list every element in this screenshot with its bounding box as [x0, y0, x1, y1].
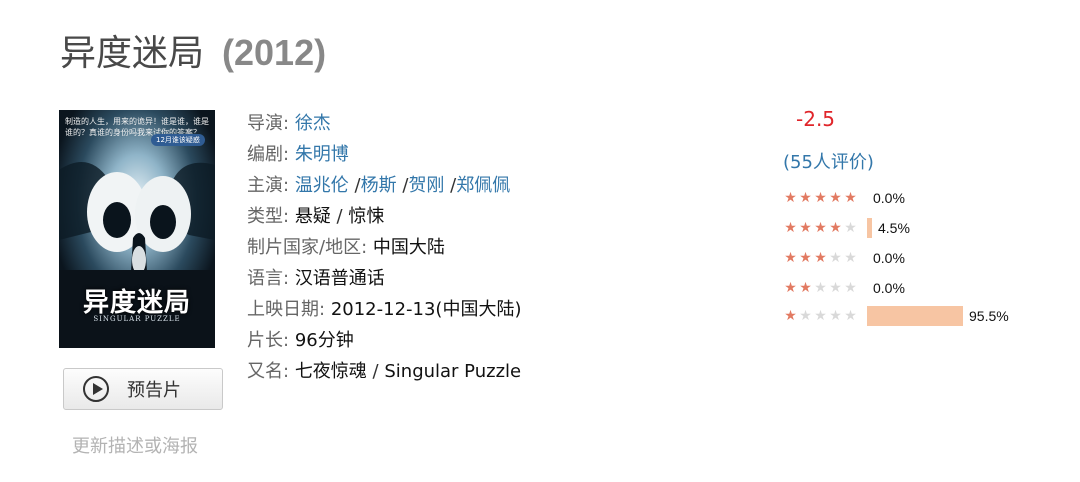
rating-percent: 95.5% — [969, 308, 1009, 324]
star-icon: ★ — [799, 251, 812, 265]
movie-title: 异度迷局 (2012) — [60, 24, 326, 76]
star-icon: ★ — [784, 309, 797, 323]
movie-info: 导演: 徐杰 编剧: 朱明博 主演: 温兆伦 /杨斯 /贺刚 /郑佩佩 类型: … — [247, 108, 521, 387]
trailer-button[interactable]: 预告片 — [63, 368, 223, 410]
runtime-label: 片长: — [247, 330, 290, 351]
language-label: 语言: — [247, 268, 290, 289]
poster-title-en: SINGULAR PUZZLE — [93, 315, 181, 323]
rating-row-1-star: ★ ★ ★ ★ ★ 95.5% — [783, 306, 1009, 326]
cast-label: 主演: — [247, 175, 290, 196]
rating-bar — [867, 306, 963, 326]
aka-value: Singular Puzzle — [384, 361, 522, 382]
rating-row-3-star: ★ ★ ★ ★ ★ 0.0% — [783, 248, 905, 268]
rating-percent: 4.5% — [878, 220, 910, 236]
star-icon: ★ — [784, 191, 797, 205]
rating-percent: 0.0% — [873, 250, 905, 266]
country-label: 制片国家/地区: — [247, 237, 368, 258]
star-icon: ★ — [799, 309, 812, 323]
separator: / — [336, 206, 343, 227]
country-value: 中国大陆 — [372, 237, 445, 258]
release-label: 上映日期: — [247, 299, 326, 320]
genre-label: 类型: — [247, 206, 290, 227]
rating-row-4-star: ★ ★ ★ ★ ★ 4.5% — [783, 218, 910, 238]
movie-poster[interactable]: 制造的人生，用来的诡异！谁是谁，谁是谁的？真谁的身份吗我来试你的答案？ 12月谁… — [59, 110, 215, 348]
star-icon: ★ — [829, 251, 842, 265]
release-value: 2012-12-13(中国大陆) — [330, 299, 522, 320]
star-icon: ★ — [814, 191, 827, 205]
rating-row-2-star: ★ ★ ★ ★ ★ 0.0% — [783, 278, 905, 298]
aka-value: 七夜惊魂 — [294, 361, 367, 382]
star-icon: ★ — [844, 309, 857, 323]
rating-percent: 0.0% — [873, 280, 905, 296]
movie-year: (2012) — [222, 32, 327, 73]
info-row-director: 导演: 徐杰 — [247, 108, 521, 139]
info-row-country: 制片国家/地区: 中国大陆 — [247, 232, 521, 263]
info-row-writer: 编剧: 朱明博 — [247, 139, 521, 170]
star-rating: ★ ★ ★ ★ ★ — [783, 281, 859, 295]
language-value: 汉语普通话 — [294, 268, 385, 289]
director-link[interactable]: 徐杰 — [295, 113, 331, 134]
info-row-language: 语言: 汉语普通话 — [247, 263, 521, 294]
poster-badge: 12月谁该疑惑 — [151, 134, 205, 146]
star-icon: ★ — [799, 191, 812, 205]
star-icon: ★ — [844, 191, 857, 205]
writer-link[interactable]: 朱明博 — [295, 144, 349, 165]
star-icon: ★ — [829, 221, 842, 235]
rating-count-link[interactable]: (55人评价) — [783, 148, 874, 174]
cast-link[interactable]: 贺刚 — [408, 175, 444, 196]
star-icon: ★ — [844, 251, 857, 265]
info-row-genre: 类型: 悬疑 / 惊悚 — [247, 201, 521, 232]
star-icon: ★ — [784, 251, 797, 265]
star-icon: ★ — [814, 221, 827, 235]
star-icon: ★ — [784, 281, 797, 295]
trailer-button-label: 预告片 — [127, 380, 181, 401]
poster-title-cn: 异度迷局 — [82, 288, 191, 318]
writer-label: 编剧: — [247, 144, 290, 165]
cast-link[interactable]: 郑佩佩 — [456, 175, 510, 196]
movie-title-text: 异度迷局 — [60, 33, 205, 74]
star-icon: ★ — [829, 191, 842, 205]
director-label: 导演: — [247, 113, 290, 134]
star-icon: ★ — [814, 281, 827, 295]
genre-value: 惊悚 — [348, 206, 385, 227]
star-icon: ★ — [844, 281, 857, 295]
star-icon: ★ — [799, 221, 812, 235]
rating-bar — [867, 218, 872, 238]
info-row-cast: 主演: 温兆伦 /杨斯 /贺刚 /郑佩佩 — [247, 170, 521, 201]
update-description-link[interactable]: 更新描述或海报 — [72, 432, 198, 458]
star-rating: ★ ★ ★ ★ ★ — [783, 221, 859, 235]
star-rating: ★ ★ ★ ★ ★ — [783, 251, 859, 265]
star-icon: ★ — [814, 251, 827, 265]
rating-row-5-star: ★ ★ ★ ★ ★ 0.0% — [783, 188, 905, 208]
star-icon: ★ — [784, 221, 797, 235]
star-icon: ★ — [799, 281, 812, 295]
info-row-aka: 又名: 七夜惊魂 / Singular Puzzle — [247, 356, 521, 387]
star-icon: ★ — [829, 309, 842, 323]
star-rating: ★ ★ ★ ★ ★ — [783, 309, 859, 323]
rating-percent: 0.0% — [873, 190, 905, 206]
star-icon: ★ — [829, 281, 842, 295]
star-icon: ★ — [814, 309, 827, 323]
info-row-runtime: 片长: 96分钟 — [247, 325, 521, 356]
cast-link[interactable]: 杨斯 — [361, 175, 397, 196]
play-circle-icon — [83, 376, 109, 402]
info-row-release: 上映日期: 2012-12-13(中国大陆) — [247, 294, 521, 325]
runtime-value: 96分钟 — [294, 330, 354, 351]
genre-value: 悬疑 — [294, 206, 331, 227]
star-icon: ★ — [844, 221, 857, 235]
separator: / — [372, 361, 379, 382]
rating-score: -2.5 — [796, 107, 836, 131]
aka-label: 又名: — [247, 361, 290, 382]
star-rating: ★ ★ ★ ★ ★ — [783, 191, 859, 205]
cast-link[interactable]: 温兆伦 — [295, 175, 349, 196]
